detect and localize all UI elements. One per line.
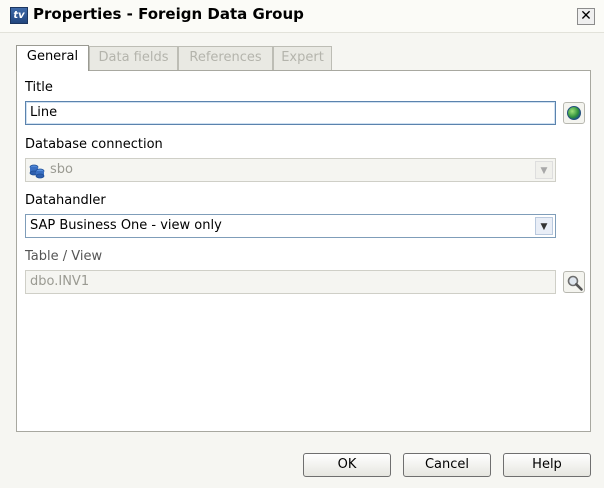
table-search-button[interactable] (563, 271, 585, 293)
help-button[interactable]: Help (503, 453, 591, 477)
globe-icon (567, 106, 581, 120)
database-icon (29, 164, 45, 179)
title-lookup-button[interactable] (563, 102, 585, 124)
database-connection-label: Database connection (25, 137, 163, 152)
chevron-down-icon[interactable]: ▼ (535, 217, 553, 235)
general-panel: Title Line Database connection sbo ▼ Dat… (16, 70, 591, 432)
tab-expert[interactable]: Expert (273, 46, 332, 70)
chevron-down-icon[interactable]: ▼ (535, 161, 553, 179)
tab-general[interactable]: General (16, 45, 89, 71)
tab-data-fields[interactable]: Data fields (89, 46, 178, 70)
title-input[interactable]: Line (25, 101, 556, 125)
table-view-label: Table / View (25, 249, 103, 264)
close-icon: ✕ (580, 8, 592, 24)
database-connection-select[interactable]: sbo ▼ (25, 158, 556, 182)
datahandler-select[interactable]: SAP Business One - view only ▼ (25, 214, 556, 238)
title-bar[interactable]: tv Properties - Foreign Data Group ✕ (0, 0, 604, 33)
datahandler-value: SAP Business One - view only (30, 218, 222, 233)
cancel-button[interactable]: Cancel (403, 453, 491, 477)
ok-button[interactable]: OK (303, 453, 391, 477)
database-connection-value: sbo (50, 162, 73, 177)
close-button[interactable]: ✕ (577, 8, 595, 25)
datahandler-label: Datahandler (25, 193, 106, 208)
table-view-input[interactable]: dbo.INV1 (25, 270, 556, 294)
magnifier-icon (567, 275, 583, 291)
window-title: Properties - Foreign Data Group (33, 5, 304, 23)
title-label: Title (25, 80, 53, 95)
properties-dialog: tv Properties - Foreign Data Group ✕ Gen… (0, 0, 604, 488)
tab-references[interactable]: References (178, 46, 273, 70)
app-logo-icon: tv (10, 7, 28, 24)
